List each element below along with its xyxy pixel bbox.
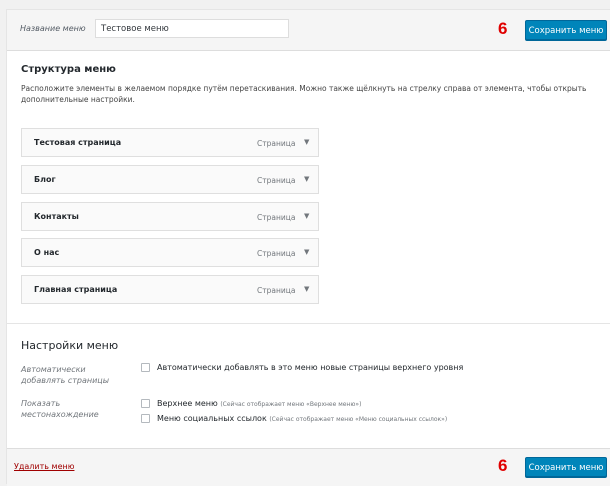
location-social-text: Меню социальных ссылок [157,414,267,423]
location-social-checkbox[interactable] [141,414,150,423]
save-menu-button-bottom[interactable]: Сохранить меню [525,457,607,477]
location-social-label[interactable]: Меню социальных ссылок (Сейчас отображае… [157,414,447,423]
menu-item-type: Страница [257,286,296,295]
menu-item-title: Главная страница [34,285,118,294]
menu-item-type: Страница [257,176,296,185]
arrow-down-icon[interactable]: ▼ [304,175,309,183]
menu-item-type: Страница [257,213,296,222]
menu-item[interactable]: Тестовая страница Страница ▼ [21,128,319,157]
menu-item-title: Блог [34,175,56,184]
menu-item[interactable]: О нас Страница ▼ [21,238,319,267]
delete-menu-link[interactable]: Удалить меню [14,462,74,471]
arrow-down-icon[interactable]: ▼ [304,212,309,220]
menu-structure-description: Расположите элементы в желаемом порядке … [21,84,587,104]
menu-editor: Название меню Тестовое меню 6 Сохранить … [0,0,610,486]
location-social-hint: (Сейчас отображает меню «Меню социальных… [269,416,448,423]
auto-add-label: Автоматически добавлять страницы [21,364,109,386]
top-edge [0,0,610,9]
save-menu-button-top[interactable]: Сохранить меню [525,20,607,40]
menu-item[interactable]: Главная страница Страница ▼ [21,275,319,304]
arrow-down-icon[interactable]: ▼ [304,138,309,146]
menu-item-title: Тестовая страница [34,138,122,147]
menu-item[interactable]: Блог Страница ▼ [21,165,319,194]
menu-item-type: Страница [257,249,296,258]
location-label-line2: местонахождение [21,410,99,419]
step-badge-bottom: 6 [498,456,508,475]
menu-item-title: О нас [34,248,60,257]
menu-item-title: Контакты [34,212,79,221]
auto-add-option-label[interactable]: Автоматически добавлять в это меню новые… [157,363,463,372]
auto-add-label-line2: добавлять страницы [21,376,110,385]
menu-header-bar: Название меню Тестовое меню 6 Сохранить … [7,10,610,51]
step-badge-top: 6 [498,19,508,38]
section-divider [7,323,610,324]
location-label-line1: Показать [21,399,61,408]
menu-management-panel: Название меню Тестовое меню 6 Сохранить … [6,9,610,486]
location-top-checkbox[interactable] [141,399,150,408]
menu-structure-title: Структура меню [21,64,116,75]
arrow-down-icon[interactable]: ▼ [304,285,309,293]
location-top-label[interactable]: Верхнее меню (Сейчас отображает меню «Ве… [157,399,361,408]
menu-name-label: Название меню [20,24,86,33]
auto-add-checkbox[interactable] [141,363,150,372]
menu-item[interactable]: Контакты Страница ▼ [21,202,319,231]
menu-item-type: Страница [257,139,296,148]
menu-footer-bar: Удалить меню 6 Сохранить меню [7,448,610,486]
auto-add-label-line1: Автоматически [21,365,86,374]
menu-settings-title: Настройки меню [21,339,119,352]
arrow-down-icon[interactable]: ▼ [304,248,309,256]
location-top-text: Верхнее меню [157,399,218,408]
menu-name-input[interactable]: Тестовое меню [95,19,289,38]
location-label: Показать местонахождение [21,398,99,420]
location-top-hint: (Сейчас отображает меню «Верхнее меню») [220,401,362,408]
